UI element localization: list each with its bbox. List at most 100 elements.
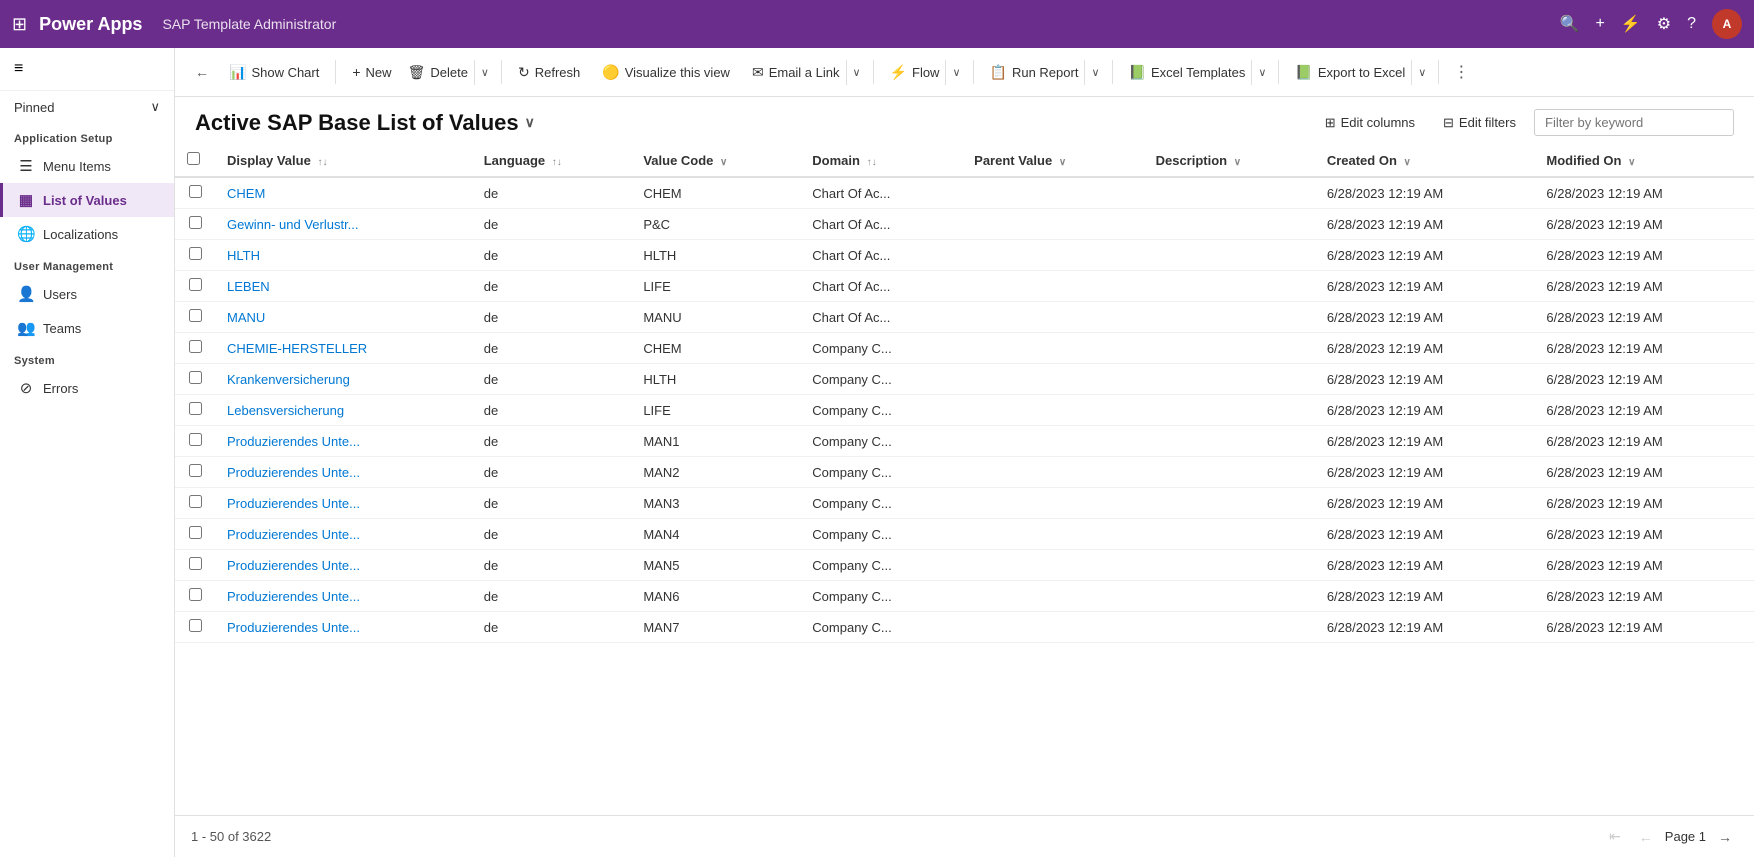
new-button[interactable]: + New [342, 58, 395, 86]
col-language[interactable]: Language ↑↓ [472, 144, 632, 177]
row-checkbox-13[interactable] [189, 588, 202, 601]
col-value-code[interactable]: Value Code ∨ [631, 144, 800, 177]
row-checkbox-cell-3[interactable] [175, 271, 215, 302]
display-value-link-0[interactable]: CHEM [227, 186, 265, 201]
row-checkbox-cell-10[interactable] [175, 488, 215, 519]
row-checkbox-cell-5[interactable] [175, 333, 215, 364]
row-checkbox-0[interactable] [189, 185, 202, 198]
delete-button[interactable]: 🗑 Delete [398, 58, 472, 87]
cell-display-value-6[interactable]: Krankenversicherung [215, 364, 472, 395]
display-value-link-8[interactable]: Produzierendes Unte... [227, 434, 360, 449]
sidebar-item-errors[interactable]: ⊘ Errors [0, 371, 174, 405]
grid-icon[interactable]: ⊞ [12, 14, 27, 35]
col-display-value[interactable]: Display Value ↑↓ [215, 144, 472, 177]
row-checkbox-12[interactable] [189, 557, 202, 570]
display-value-link-9[interactable]: Produzierendes Unte... [227, 465, 360, 480]
display-value-link-4[interactable]: MANU [227, 310, 265, 325]
filter-icon[interactable]: ⚡ [1621, 14, 1641, 34]
display-value-link-2[interactable]: HLTH [227, 248, 260, 263]
cell-display-value-7[interactable]: Lebensversicherung [215, 395, 472, 426]
search-icon[interactable]: 🔍 [1560, 14, 1580, 34]
delete-dropdown-arrow[interactable]: ∨ [474, 60, 495, 85]
cell-display-value-11[interactable]: Produzierendes Unte... [215, 519, 472, 550]
email-link-dropdown-arrow[interactable]: ∨ [846, 60, 867, 85]
edit-columns-button[interactable]: ⊞ Edit columns [1315, 110, 1425, 136]
flow-button[interactable]: ⚡ Flow [880, 58, 944, 87]
display-value-link-6[interactable]: Krankenversicherung [227, 372, 350, 387]
edit-filters-button[interactable]: ⊟ Edit filters [1433, 110, 1526, 136]
display-value-link-5[interactable]: CHEMIE-HERSTELLER [227, 341, 367, 356]
row-checkbox-cell-8[interactable] [175, 426, 215, 457]
row-checkbox-6[interactable] [189, 371, 202, 384]
email-link-button[interactable]: ✉ Email a Link [742, 58, 844, 87]
col-description[interactable]: Description ∨ [1144, 144, 1315, 177]
cell-display-value-2[interactable]: HLTH [215, 240, 472, 271]
sidebar-item-localizations[interactable]: 🌐 Localizations [0, 217, 174, 251]
first-page-button[interactable]: ⇤ [1603, 824, 1627, 849]
cell-display-value-8[interactable]: Produzierendes Unte... [215, 426, 472, 457]
row-checkbox-11[interactable] [189, 526, 202, 539]
sidebar-pinned[interactable]: Pinned ∨ [0, 91, 174, 123]
display-value-link-7[interactable]: Lebensversicherung [227, 403, 344, 418]
excel-templates-button[interactable]: 📗 Excel Templates [1119, 58, 1250, 87]
display-value-link-13[interactable]: Produzierendes Unte... [227, 589, 360, 604]
checkbox-header[interactable] [175, 144, 215, 177]
row-checkbox-cell-2[interactable] [175, 240, 215, 271]
cell-display-value-0[interactable]: CHEM [215, 177, 472, 209]
more-button[interactable]: ⋮ [1445, 56, 1477, 88]
excel-templates-dropdown-arrow[interactable]: ∨ [1251, 60, 1272, 85]
next-page-button[interactable]: → [1712, 825, 1738, 849]
cell-display-value-5[interactable]: CHEMIE-HERSTELLER [215, 333, 472, 364]
page-title[interactable]: Active SAP Base List of Values ∨ [195, 110, 535, 136]
row-checkbox-cell-9[interactable] [175, 457, 215, 488]
row-checkbox-cell-1[interactable] [175, 209, 215, 240]
row-checkbox-9[interactable] [189, 464, 202, 477]
export-to-excel-button[interactable]: 📗 Export to Excel [1285, 58, 1409, 87]
display-value-link-14[interactable]: Produzierendes Unte... [227, 620, 360, 635]
back-button[interactable]: ← [187, 58, 217, 86]
cell-display-value-9[interactable]: Produzierendes Unte... [215, 457, 472, 488]
sidebar-item-teams[interactable]: 👥 Teams [0, 311, 174, 345]
display-value-link-10[interactable]: Produzierendes Unte... [227, 496, 360, 511]
display-value-link-3[interactable]: LEBEN [227, 279, 270, 294]
avatar[interactable]: A [1712, 9, 1742, 39]
refresh-button[interactable]: ↻ Refresh [508, 58, 590, 87]
row-checkbox-cell-14[interactable] [175, 612, 215, 643]
row-checkbox-10[interactable] [189, 495, 202, 508]
prev-page-button[interactable]: ← [1633, 825, 1659, 849]
col-created-on[interactable]: Created On ∨ [1315, 144, 1535, 177]
row-checkbox-cell-13[interactable] [175, 581, 215, 612]
row-checkbox-cell-4[interactable] [175, 302, 215, 333]
display-value-link-11[interactable]: Produzierendes Unte... [227, 527, 360, 542]
cell-display-value-10[interactable]: Produzierendes Unte... [215, 488, 472, 519]
cell-display-value-4[interactable]: MANU [215, 302, 472, 333]
row-checkbox-3[interactable] [189, 278, 202, 291]
sidebar-item-menu-items[interactable]: ☰ Menu Items [0, 149, 174, 183]
row-checkbox-cell-11[interactable] [175, 519, 215, 550]
row-checkbox-cell-7[interactable] [175, 395, 215, 426]
row-checkbox-cell-12[interactable] [175, 550, 215, 581]
sidebar-item-users[interactable]: 👤 Users [0, 277, 174, 311]
filter-input[interactable] [1534, 109, 1734, 136]
sidebar-hamburger[interactable]: ≡ [0, 48, 174, 91]
select-all-checkbox[interactable] [187, 152, 200, 165]
add-icon[interactable]: + [1595, 15, 1604, 33]
help-icon[interactable]: ? [1687, 15, 1696, 33]
cell-display-value-3[interactable]: LEBEN [215, 271, 472, 302]
col-modified-on[interactable]: Modified On ∨ [1534, 144, 1754, 177]
settings-icon[interactable]: ⚙ [1657, 14, 1671, 34]
col-domain[interactable]: Domain ↑↓ [800, 144, 962, 177]
cell-display-value-13[interactable]: Produzierendes Unte... [215, 581, 472, 612]
row-checkbox-5[interactable] [189, 340, 202, 353]
row-checkbox-14[interactable] [189, 619, 202, 632]
col-parent-value[interactable]: Parent Value ∨ [962, 144, 1143, 177]
display-value-link-1[interactable]: Gewinn- und Verlustr... [227, 217, 359, 232]
display-value-link-12[interactable]: Produzierendes Unte... [227, 558, 360, 573]
row-checkbox-2[interactable] [189, 247, 202, 260]
cell-display-value-14[interactable]: Produzierendes Unte... [215, 612, 472, 643]
run-report-button[interactable]: 📋 Run Report [980, 58, 1083, 87]
flow-dropdown-arrow[interactable]: ∨ [945, 60, 966, 85]
row-checkbox-4[interactable] [189, 309, 202, 322]
row-checkbox-7[interactable] [189, 402, 202, 415]
visualize-button[interactable]: 🟡 Visualize this view [592, 58, 740, 87]
